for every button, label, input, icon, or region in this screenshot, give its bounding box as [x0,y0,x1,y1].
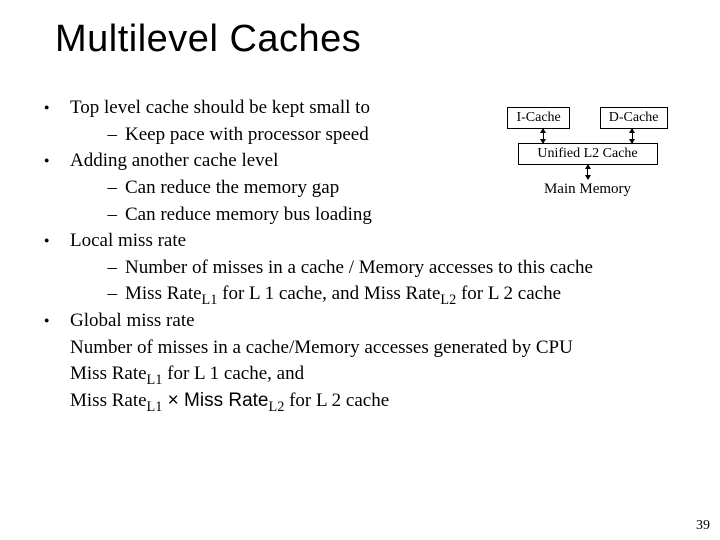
slide-title: Multilevel Caches [55,18,361,61]
text-fragment: Miss Rate [70,390,147,411]
subscript: L1 [147,372,163,388]
subscript: L1 [147,399,163,415]
subscript: L2 [440,292,456,308]
dash-icon [70,281,125,307]
text-fragment: for L 2 cache [456,283,561,304]
bullet-2-sub-1: Can reduce the memory gap [125,175,700,201]
slide: Multilevel Caches I-Cache D-Cache Unifie… [0,0,720,540]
text-fragment: Miss Rate [70,363,147,384]
bullet-4-line-2: Miss RateL1 for L 1 cache, and [70,361,700,387]
dash-icon [70,175,125,201]
bullet-icon [40,228,70,253]
dash-icon [70,202,125,228]
bullet-4-line-1: Number of misses in a cache/Memory acces… [70,335,700,361]
bullet-3-sub-2: Miss RateL1 for L 1 cache, and Miss Rate… [125,281,700,307]
text-fragment: for L 2 cache [284,390,389,411]
bullet-icon [40,308,70,333]
bullet-icon [40,148,70,173]
bullet-3-sub-1: Number of misses in a cache / Memory acc… [125,255,700,281]
bullet-2: Adding another cache level [70,148,700,174]
slide-number: 39 [696,518,710,534]
bullet-1: Top level cache should be kept small to [70,95,700,121]
bullet-3: Local miss rate [70,228,700,254]
bullet-4: Global miss rate [70,308,700,334]
text-fragment: for L 1 cache, and Miss Rate [217,283,440,304]
subscript: L2 [269,399,285,415]
subscript: L1 [202,292,218,308]
bullet-icon [40,95,70,120]
text-fragment: × Miss Rate [162,390,268,411]
dash-icon [70,122,125,148]
dash-icon [70,255,125,281]
bullet-2-sub-2: Can reduce memory bus loading [125,202,700,228]
bullet-1-sub-1: Keep pace with processor speed [125,122,700,148]
slide-body: Top level cache should be kept small to … [40,95,700,415]
text-fragment: Miss Rate [125,283,202,304]
bullet-4-line-3: Miss RateL1 × Miss RateL2 for L 2 cache [70,388,700,414]
text-fragment: for L 1 cache, and [162,363,304,384]
